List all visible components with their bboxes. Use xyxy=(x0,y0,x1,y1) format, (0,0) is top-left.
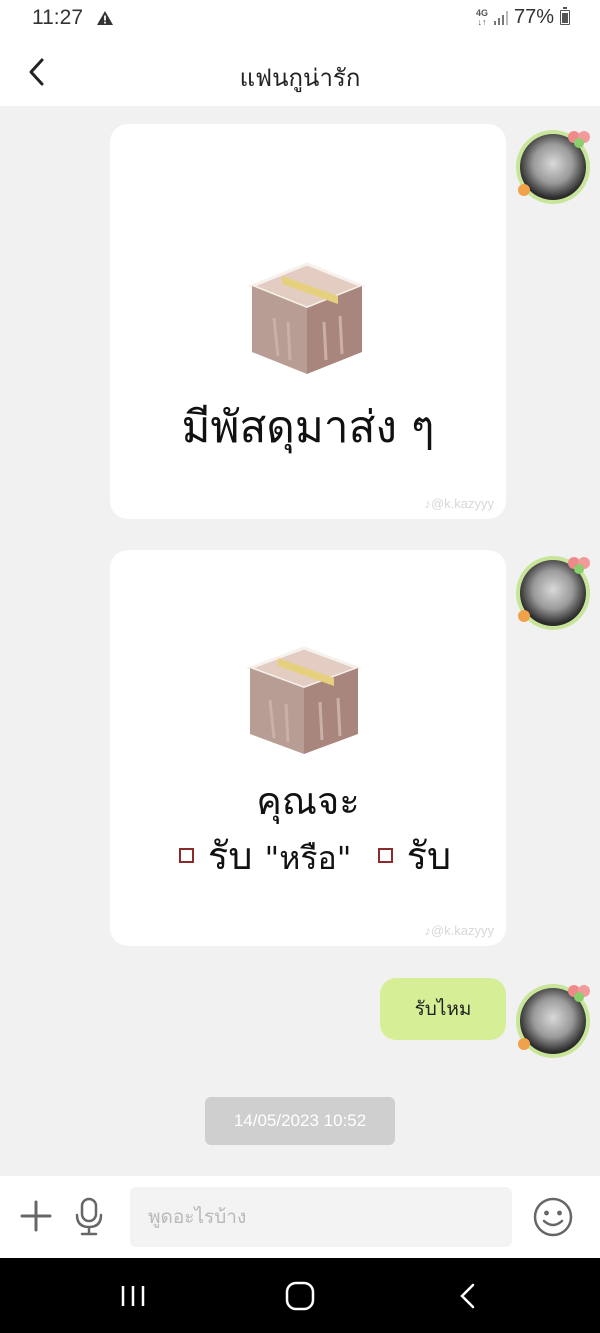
sticker-or: "หรือ" xyxy=(264,839,352,877)
sticker-caption-line2: รับ "หรือ" รับ xyxy=(110,825,506,886)
plus-icon xyxy=(20,1200,52,1232)
parcel-box-icon xyxy=(247,262,367,374)
timestamp-badge: 14/05/2023 10:52 xyxy=(205,1097,395,1145)
smiley-icon xyxy=(533,1197,573,1237)
sticker-option-1: รับ xyxy=(207,834,253,878)
bow-icon xyxy=(568,131,590,148)
home-icon xyxy=(285,1281,315,1311)
recent-apps-icon xyxy=(121,1286,145,1306)
warning-icon xyxy=(96,10,114,30)
emoji-button[interactable] xyxy=(532,1196,574,1238)
chat-header: แฟนกูน่ารัก xyxy=(0,40,600,106)
message-list[interactable]: มีพัสดุมาส่ง ๆ ♪@k.kazyyy คุณจะ รับ "หรื… xyxy=(0,106,600,1176)
avatar[interactable] xyxy=(516,984,590,1058)
sticker-message[interactable]: มีพัสดุมาส่ง ๆ ♪@k.kazyyy xyxy=(110,124,506,519)
sticker-caption: มีพัสดุมาส่ง ๆ xyxy=(181,402,435,453)
decoration-dot xyxy=(518,1038,530,1050)
parcel-box-icon xyxy=(245,646,363,754)
sticker-caption-line1: คุณจะ xyxy=(256,779,360,823)
checkbox-icon xyxy=(377,848,393,863)
bow-icon xyxy=(568,985,590,1002)
avatar[interactable] xyxy=(516,130,590,204)
signal-icon xyxy=(493,10,508,25)
status-time: 11:27 xyxy=(32,6,83,29)
sticker-watermark: ♪@k.kazyyy xyxy=(424,923,494,938)
input-bar xyxy=(0,1176,600,1258)
checkbox-icon xyxy=(178,848,194,863)
voice-button[interactable] xyxy=(72,1196,106,1236)
add-attachment-button[interactable] xyxy=(18,1198,54,1234)
battery-percent: 77% xyxy=(513,6,554,28)
sticker-watermark: ♪@k.kazyyy xyxy=(424,496,494,511)
avatar[interactable] xyxy=(516,556,590,630)
network-type-icon: 4G ↓↑ xyxy=(475,7,488,27)
battery-icon xyxy=(560,7,570,25)
microphone-icon xyxy=(75,1197,103,1236)
back-icon xyxy=(460,1283,475,1309)
recent-apps-button[interactable] xyxy=(118,1284,148,1308)
system-navigation-bar xyxy=(0,1258,600,1333)
text-message-bubble[interactable]: รับไหม xyxy=(380,978,506,1040)
message-input[interactable] xyxy=(130,1187,512,1247)
decoration-dot xyxy=(518,610,530,622)
decoration-dot xyxy=(518,184,530,196)
system-back-button[interactable] xyxy=(456,1282,478,1310)
status-indicators: 4G ↓↑ 77% xyxy=(476,6,570,29)
status-bar: 11:27 4G ↓↑ 77% xyxy=(0,0,600,40)
bow-icon xyxy=(568,557,590,574)
network-type: 4G xyxy=(475,7,488,18)
home-button[interactable] xyxy=(284,1280,316,1312)
sticker-option-2: รับ xyxy=(406,834,452,878)
chat-title: แฟนกูน่ารัก xyxy=(239,64,361,92)
sticker-message[interactable]: คุณจะ รับ "หรือ" รับ ♪@k.kazyyy xyxy=(110,550,506,946)
